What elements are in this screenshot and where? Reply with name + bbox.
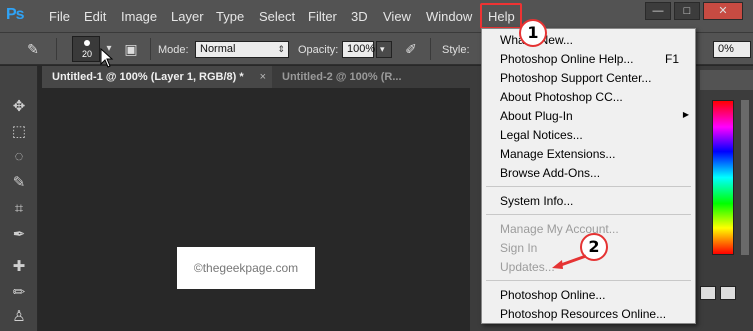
grid-view-icon[interactable]	[700, 286, 716, 300]
menu-3d[interactable]: 3D	[351, 9, 368, 24]
menu-item-sign-in: Sign In	[500, 241, 538, 255]
menu-item-photoshop-online[interactable]: Photoshop Online...	[500, 288, 605, 302]
menu-layer[interactable]: Layer	[171, 9, 204, 24]
menu-view[interactable]: View	[383, 9, 411, 24]
brush-size-picker[interactable]: 20	[72, 36, 100, 62]
menu-item-manage-extensions[interactable]: Manage Extensions...	[500, 147, 615, 161]
opacity-label: Opacity:	[298, 44, 339, 56]
brush-tool-icon[interactable]: ✏	[8, 282, 30, 304]
maximize-button[interactable]: □	[674, 2, 700, 20]
lasso-tool-icon[interactable]: ◌	[8, 146, 30, 168]
stamp-tool-icon[interactable]: ♙	[8, 306, 30, 328]
style-label: Style:	[442, 44, 470, 56]
menu-separator	[486, 186, 691, 187]
marquee-tool-icon[interactable]: ⬚	[8, 121, 30, 143]
tab-untitled-1[interactable]: Untitled-1 @ 100% (Layer 1, RGB/8) * ×	[42, 66, 272, 88]
menu-item-system-info[interactable]: System Info...	[500, 194, 573, 208]
brush-tool-preset-icon[interactable]: ✎	[22, 39, 44, 59]
tab-untitled-2[interactable]: Untitled-2 @ 100% (R...	[272, 66, 470, 88]
mode-select[interactable]: Normal ⇕	[195, 41, 289, 58]
close-window-button[interactable]: ✕	[703, 2, 743, 20]
right-value-input[interactable]: 0%	[713, 41, 751, 58]
canvas-area[interactable]	[42, 88, 470, 331]
brush-panel-toggle-icon[interactable]: ▣	[120, 39, 142, 59]
help-menu-dropdown: What's New... Photoshop Online Help... F…	[481, 28, 696, 324]
menu-type[interactable]: Type	[216, 9, 244, 24]
shortcut-f1: F1	[664, 52, 679, 66]
menu-edit[interactable]: Edit	[84, 9, 106, 24]
help-highlight-box	[480, 3, 522, 29]
separator	[430, 38, 431, 60]
menu-item-resources-online[interactable]: Photoshop Resources Online...	[500, 307, 666, 321]
menu-filter[interactable]: Filter	[308, 9, 337, 24]
photoshop-logo: Ps	[6, 6, 25, 23]
list-view-icon[interactable]	[720, 286, 736, 300]
color-spectrum-slider[interactable]	[712, 100, 734, 255]
panel-scrollbar[interactable]	[741, 100, 749, 255]
color-panel-header[interactable]	[700, 70, 753, 90]
crop-tool-icon[interactable]: ⌗	[8, 198, 30, 220]
opacity-input[interactable]: 100%	[342, 41, 376, 58]
opacity-value: 100%	[347, 43, 376, 55]
close-icon[interactable]: ×	[260, 66, 266, 88]
opacity-dropdown[interactable]: ▾	[376, 41, 392, 58]
menu-item-legal-notices[interactable]: Legal Notices...	[500, 128, 583, 142]
quick-select-tool-icon[interactable]: ✎	[8, 172, 30, 194]
menu-item-online-help[interactable]: Photoshop Online Help...	[500, 52, 633, 66]
mouse-cursor-icon	[100, 48, 114, 68]
menu-window[interactable]: Window	[426, 9, 472, 24]
menu-image[interactable]: Image	[121, 9, 157, 24]
tab-label: Untitled-2 @ 100% (R...	[282, 71, 402, 83]
menu-file[interactable]: File	[49, 9, 70, 24]
healing-brush-tool-icon[interactable]: ✚	[8, 256, 30, 278]
separator	[56, 38, 57, 60]
menu-item-about-plugin[interactable]: About Plug-In	[500, 109, 573, 123]
mode-label: Mode:	[158, 44, 189, 56]
mode-value: Normal	[200, 43, 236, 55]
right-value: 0%	[718, 43, 734, 55]
menu-separator	[486, 214, 691, 215]
pressure-opacity-icon[interactable]: ✐	[400, 39, 422, 59]
minimize-button[interactable]: —	[645, 2, 671, 20]
submenu-arrow-icon: ▶	[682, 110, 689, 119]
brush-size-value: 20	[81, 49, 92, 59]
tab-label: Untitled-1 @ 100% (Layer 1, RGB/8) *	[52, 71, 244, 83]
menu-separator	[486, 280, 691, 281]
menu-item-updates: Updates...	[500, 260, 555, 274]
move-tool-icon[interactable]: ✥	[8, 96, 30, 118]
menu-item-support-center[interactable]: Photoshop Support Center...	[500, 71, 651, 85]
tools-panel: ✥ ⬚ ◌ ✎ ⌗ ✒ ✚ ✏ ♙	[0, 66, 38, 331]
chevron-updown-icon: ⇕	[277, 44, 285, 54]
chevron-down-icon: ▾	[380, 44, 385, 54]
separator	[150, 38, 151, 60]
watermark: ©thegeekpage.com	[177, 247, 315, 289]
step-1-badge: 1	[519, 19, 547, 47]
menu-select[interactable]: Select	[259, 9, 295, 24]
menu-item-about-photoshop[interactable]: About Photoshop CC...	[500, 90, 623, 104]
document-tabs: Untitled-1 @ 100% (Layer 1, RGB/8) * × U…	[42, 66, 470, 88]
brush-tip-icon	[84, 40, 90, 46]
menu-item-browse-addons[interactable]: Browse Add-Ons...	[500, 166, 600, 180]
red-arrow-icon	[552, 254, 587, 269]
eyedropper-tool-icon[interactable]: ✒	[8, 224, 30, 246]
